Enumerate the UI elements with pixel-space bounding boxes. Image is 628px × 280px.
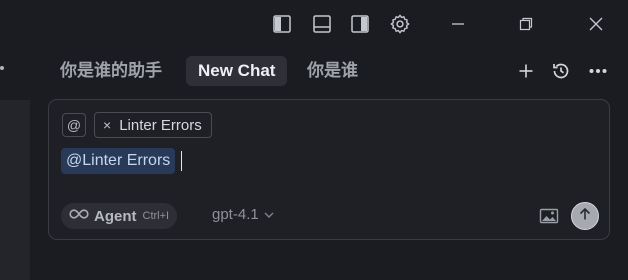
chat-input[interactable]: @Linter Errors [61, 148, 183, 174]
text-cursor [181, 151, 183, 171]
infinity-icon [69, 207, 89, 225]
window-titlebar [268, 8, 628, 38]
context-chip-linter-errors[interactable]: × Linter Errors [94, 112, 212, 138]
tab-chat-3[interactable]: 你是谁 [295, 56, 370, 86]
layout-sidebar-right-icon[interactable] [348, 12, 372, 36]
minimize-icon[interactable] [446, 12, 470, 36]
restore-icon[interactable] [514, 12, 538, 36]
tab-new-chat[interactable]: New Chat [186, 56, 288, 86]
chat-composer: @ × Linter Errors @Linter Errors Agent C… [48, 99, 610, 240]
left-panel-edge [0, 100, 30, 280]
context-chip-label: Linter Errors [119, 116, 202, 134]
chat-tabs-row: 你是谁的助手 New Chat 你是谁 [0, 54, 628, 88]
tab-chat-1[interactable]: 你是谁的助手 [48, 56, 174, 86]
add-context-button[interactable]: @ [62, 113, 86, 137]
history-icon[interactable] [550, 60, 572, 82]
mention-token: @Linter Errors [61, 148, 176, 174]
layout-sidebar-left-icon[interactable] [270, 12, 294, 36]
model-label: gpt-4.1 [212, 206, 259, 223]
close-icon[interactable] [584, 12, 608, 36]
gear-icon[interactable] [388, 12, 412, 36]
mode-shortcut: Ctrl+I [142, 210, 170, 222]
model-selector[interactable]: gpt-4.1 [212, 206, 274, 223]
chevron-down-icon [264, 206, 274, 223]
close-icon[interactable]: × [103, 118, 111, 132]
mode-label: Agent [94, 207, 137, 225]
layout-panel-icon[interactable] [310, 12, 334, 36]
mode-selector[interactable]: Agent Ctrl+I [61, 203, 178, 229]
more-horizontal-icon[interactable] [587, 60, 609, 82]
image-icon[interactable] [539, 207, 559, 225]
plus-icon[interactable] [515, 60, 537, 82]
send-button[interactable] [571, 202, 599, 230]
arrow-up-icon [578, 207, 592, 226]
